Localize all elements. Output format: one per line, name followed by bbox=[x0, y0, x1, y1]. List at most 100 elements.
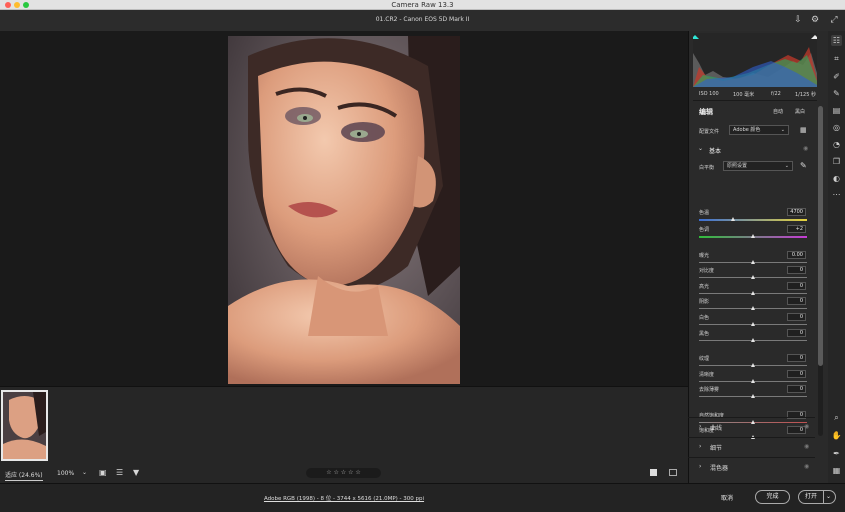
hand-icon[interactable]: ✋ bbox=[831, 430, 842, 441]
eyedropper-icon[interactable]: ✎ bbox=[800, 161, 807, 170]
basic-title: 基本 bbox=[709, 148, 722, 155]
snapshots-icon[interactable]: ❐ bbox=[831, 156, 842, 167]
section-curves[interactable]: › 曲线 ◉ bbox=[688, 417, 815, 436]
slider-handle[interactable] bbox=[731, 217, 736, 221]
top-bar: 01.CR2 - Canon EOS 5D Mark II ⇩ ⚙ ⤢ bbox=[0, 10, 845, 31]
slider-handle[interactable] bbox=[750, 234, 755, 238]
section-detail[interactable]: › 细节 ◉ bbox=[688, 437, 815, 456]
slider-handle[interactable] bbox=[750, 394, 755, 398]
red-eye-icon[interactable]: ◔ bbox=[831, 139, 842, 150]
wb-label: 白平衡 bbox=[699, 165, 715, 171]
tool-rail: ☷ ⌗ ✐ ✎ ▤ ◎ ◔ ❐ ◐ ⋯ ⌕ ✋ ✒ ▦ bbox=[828, 31, 845, 483]
section-detail-label: 细节 bbox=[710, 445, 723, 452]
slider-handle[interactable] bbox=[750, 379, 755, 383]
image-info-link[interactable]: Adobe RGB (1998) - 8 位 - 3744 x 5616 (21… bbox=[0, 494, 688, 502]
slider-label: 色温 bbox=[699, 210, 710, 216]
slider-value-input[interactable]: 0 bbox=[787, 266, 806, 274]
bw-button[interactable]: 黑白 bbox=[795, 108, 805, 115]
edit-sliders-icon[interactable]: ☷ bbox=[831, 35, 842, 46]
zoom-icon[interactable]: ⌕ bbox=[831, 412, 842, 423]
edit-panel: ISO 100 100 毫米 f/22 1/125 秒 编辑 自动 黑白 配置文… bbox=[688, 31, 828, 483]
slider-value-input[interactable]: 0 bbox=[787, 354, 806, 362]
sort-icon[interactable]: ☰ bbox=[116, 468, 123, 477]
visibility-eye-icon[interactable]: ◉ bbox=[803, 145, 808, 152]
brush-icon[interactable]: ✎ bbox=[831, 88, 842, 99]
spot-healing-icon[interactable]: ✐ bbox=[831, 71, 842, 82]
profile-label: 配置文件 bbox=[699, 129, 720, 135]
graduated-filter-icon[interactable]: ▤ bbox=[831, 105, 842, 116]
visibility-eye-icon[interactable]: ◉ bbox=[804, 443, 809, 450]
cancel-button[interactable]: 取消 bbox=[721, 493, 733, 502]
slider-handle[interactable] bbox=[750, 260, 755, 264]
slider-label: 高光 bbox=[699, 284, 710, 290]
slider-label: 去除薄雾 bbox=[699, 387, 720, 393]
section-color-mixer[interactable]: › 混色器 ◉ bbox=[688, 457, 815, 476]
panel-scrollbar[interactable] bbox=[818, 106, 823, 436]
slider-label: 对比度 bbox=[699, 268, 715, 274]
slider-handle[interactable] bbox=[750, 275, 755, 279]
histogram bbox=[693, 33, 817, 87]
slider-label: 黑色 bbox=[699, 331, 710, 337]
filter-icon[interactable]: ▼ bbox=[133, 468, 139, 477]
bottom-toolbar: 适应 (24.6%) 100% ⌄ ▣ ☰ ▼ ☆ ☆ ☆ ☆ ☆ bbox=[0, 463, 688, 483]
slider-track[interactable] bbox=[699, 219, 807, 221]
done-button[interactable]: 完成 bbox=[755, 490, 790, 504]
slider-value-input[interactable]: 0.00 bbox=[787, 251, 806, 259]
image-canvas[interactable] bbox=[0, 31, 688, 386]
portrait-photo bbox=[228, 36, 460, 384]
fullscreen-icon[interactable]: ⤢ bbox=[828, 14, 840, 26]
sampler-icon[interactable]: ✒ bbox=[831, 448, 842, 459]
focal-label: 100 毫米 bbox=[733, 92, 755, 98]
zoom-select[interactable]: 100% bbox=[57, 470, 74, 477]
iso-label: ISO 100 bbox=[699, 91, 719, 97]
slider-value-input[interactable]: 0 bbox=[787, 282, 806, 290]
save-icon[interactable]: ⇩ bbox=[792, 14, 804, 26]
basic-section-header[interactable]: ⌄ 基本 ◉ bbox=[689, 143, 816, 156]
zoom-fit-label[interactable]: 适应 (24.6%) bbox=[5, 470, 43, 481]
aperture-label: f/22 bbox=[771, 91, 781, 97]
slider-value-input[interactable]: 0 bbox=[787, 370, 806, 378]
slider-handle[interactable] bbox=[750, 306, 755, 310]
slider-label: 清晰度 bbox=[699, 372, 715, 378]
star-rating[interactable]: ☆ ☆ ☆ ☆ ☆ bbox=[306, 468, 381, 478]
compare-icon[interactable]: ▣ bbox=[99, 468, 107, 477]
slider-value-input[interactable]: 0 bbox=[787, 329, 806, 337]
slider-handle[interactable] bbox=[750, 291, 755, 295]
slider-handle[interactable] bbox=[750, 363, 755, 367]
auto-button[interactable]: 自动 bbox=[773, 108, 783, 115]
chevron-down-icon: ⌄ bbox=[780, 127, 785, 133]
crop-icon[interactable]: ⌗ bbox=[831, 53, 842, 64]
slider-value-input[interactable]: 0 bbox=[787, 297, 806, 305]
profile-select[interactable]: Adobe 颜色 ⌄ bbox=[729, 125, 789, 135]
chevron-down-icon: ⌄ bbox=[784, 163, 789, 169]
open-label: 打开 bbox=[805, 493, 818, 500]
slider-value-input[interactable]: 4700 bbox=[787, 208, 806, 216]
gear-icon[interactable]: ⚙ bbox=[809, 14, 821, 26]
profile-value: Adobe 颜色 bbox=[733, 127, 761, 133]
view-split-icon[interactable] bbox=[669, 469, 677, 476]
footer-bar: Adobe RGB (1998) - 8 位 - 3744 x 5616 (21… bbox=[0, 483, 845, 512]
view-single-icon[interactable] bbox=[650, 469, 657, 476]
thumbnail[interactable] bbox=[1, 390, 48, 461]
presets-icon[interactable]: ◐ bbox=[831, 173, 842, 184]
shutter-label: 1/125 秒 bbox=[795, 92, 816, 98]
wb-value: 原照设置 bbox=[727, 163, 748, 169]
slider-handle[interactable] bbox=[750, 322, 755, 326]
chevron-down-icon: ⌄ bbox=[822, 491, 831, 503]
slider-value-input[interactable]: +2 bbox=[787, 225, 806, 233]
more-icon[interactable]: ⋯ bbox=[831, 189, 842, 200]
section-color-mixer-label: 混色器 bbox=[710, 465, 729, 472]
grid-icon[interactable]: ▦ bbox=[831, 465, 842, 476]
slider-value-input[interactable]: 0 bbox=[787, 313, 806, 321]
slider-handle[interactable] bbox=[750, 338, 755, 342]
slider-label: 阴影 bbox=[699, 299, 710, 305]
slider-value-input[interactable]: 0 bbox=[787, 385, 806, 393]
wb-select[interactable]: 原照设置 ⌄ bbox=[723, 161, 793, 171]
chevron-right-icon: › bbox=[699, 463, 702, 470]
visibility-eye-icon[interactable]: ◉ bbox=[804, 423, 809, 430]
visibility-eye-icon[interactable]: ◉ bbox=[804, 463, 809, 470]
zoom-chevron-icon[interactable]: ⌄ bbox=[82, 469, 87, 476]
profile-browser-icon[interactable]: ▦ bbox=[800, 126, 807, 134]
radial-filter-icon[interactable]: ◎ bbox=[831, 122, 842, 133]
open-button[interactable]: 打开 ⌄ bbox=[798, 490, 836, 504]
